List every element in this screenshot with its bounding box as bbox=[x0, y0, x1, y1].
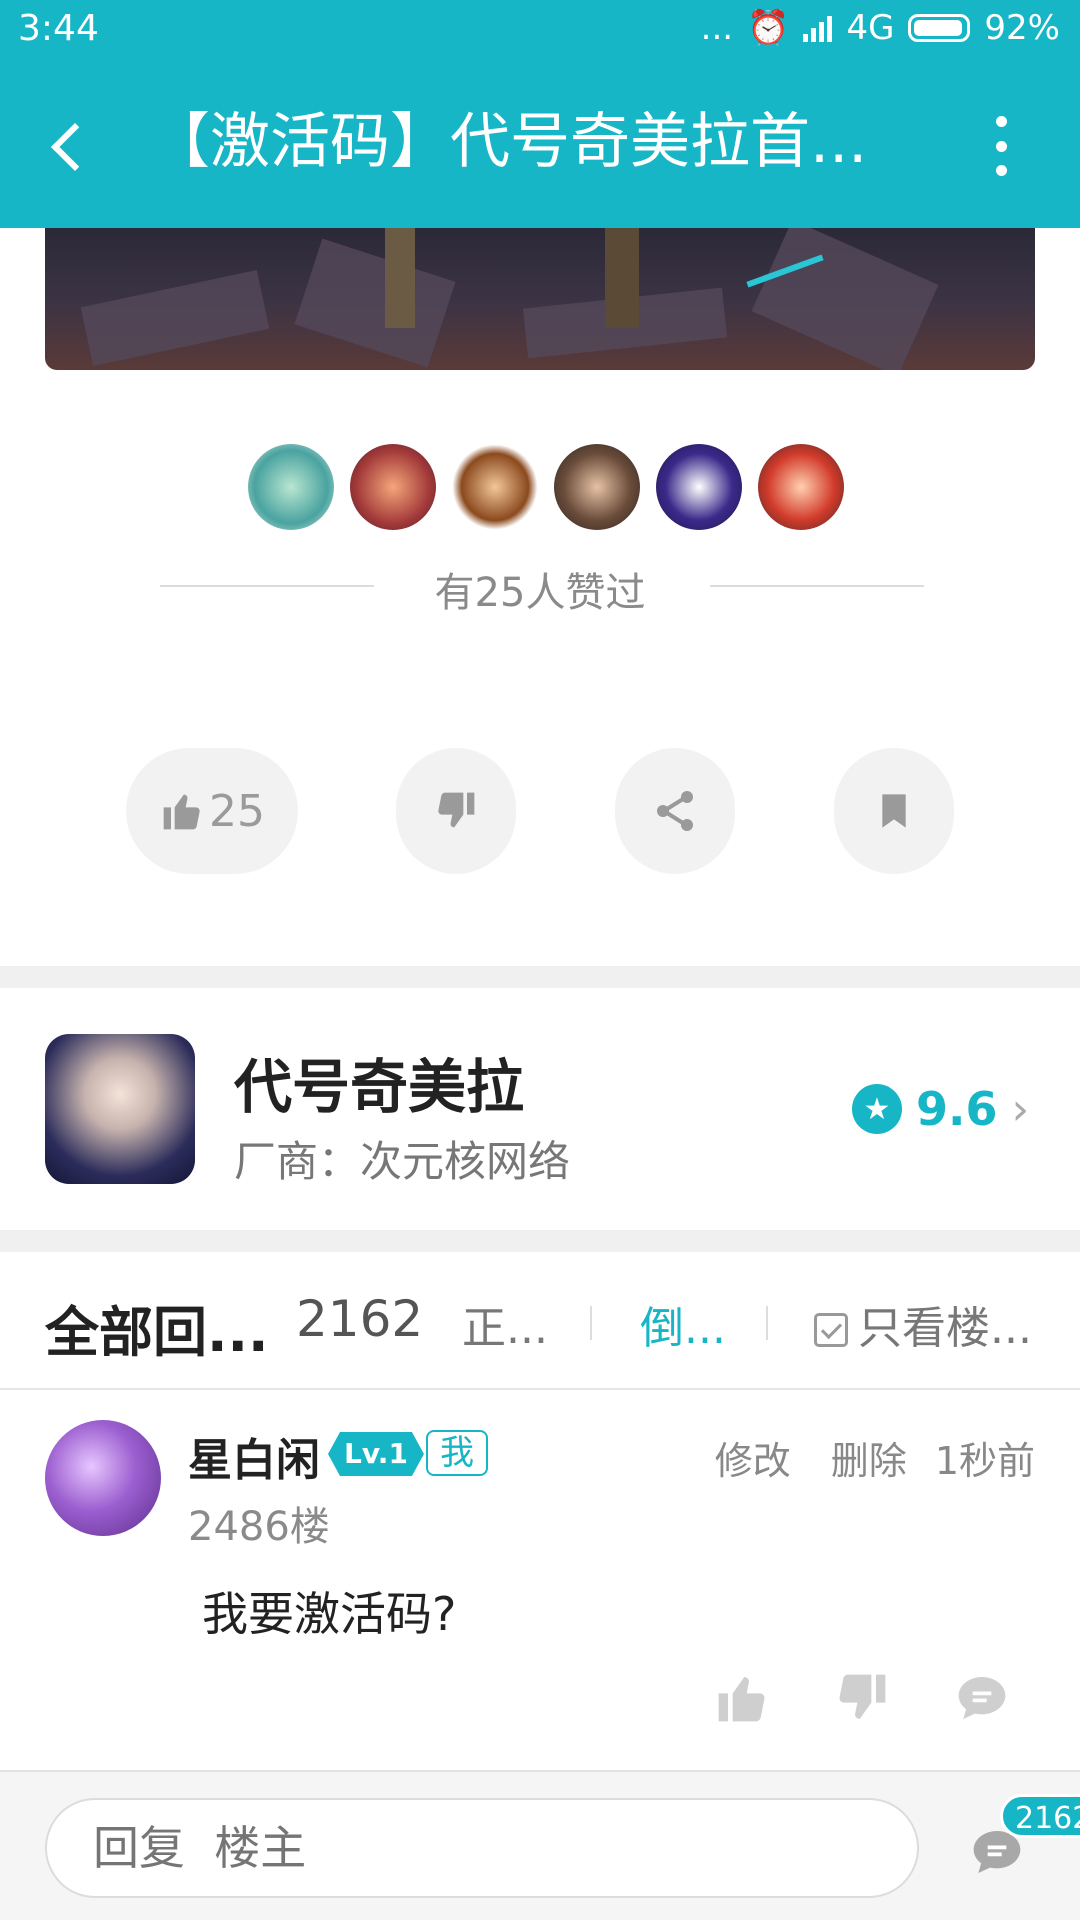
more-notifications-icon: ... bbox=[700, 8, 734, 48]
replies-title: 全部回... bbox=[45, 1301, 269, 1364]
avatar[interactable] bbox=[758, 444, 844, 530]
reply-count-badge: 2162 bbox=[1000, 1794, 1080, 1838]
avatar[interactable] bbox=[554, 444, 640, 530]
comment-dislike-icon[interactable] bbox=[832, 1670, 892, 1726]
delete-button[interactable]: 删除 bbox=[831, 1430, 907, 1485]
status-time: 3:44 bbox=[18, 8, 99, 49]
level-badge: Lv.1 bbox=[328, 1432, 424, 1476]
page-title: 【激活码】代号奇美拉首... bbox=[150, 107, 868, 177]
game-vendor: 厂商：次元核网络 bbox=[234, 1137, 571, 1186]
top-bar: 3:44 ... ⏰ 4G 92% 【激活码】代号奇美拉首... bbox=[0, 0, 1080, 228]
like-button-count: 25 bbox=[209, 785, 265, 837]
avatar[interactable] bbox=[248, 444, 334, 530]
only-op-label: 只看楼... bbox=[858, 1303, 1032, 1354]
checkbox-icon[interactable] bbox=[814, 1313, 848, 1347]
battery-icon bbox=[908, 14, 971, 42]
reply-input[interactable] bbox=[45, 1798, 919, 1898]
alarm-icon: ⏰ bbox=[747, 8, 790, 48]
edit-button[interactable]: 修改 bbox=[715, 1430, 791, 1485]
back-button[interactable] bbox=[40, 110, 100, 180]
status-bar: 3:44 ... ⏰ 4G 92% bbox=[0, 0, 1080, 60]
replies-count: 2162 bbox=[296, 1290, 424, 1348]
dislike-button[interactable] bbox=[396, 748, 516, 874]
thumbs-down-icon bbox=[438, 792, 475, 828]
bottom-bar bbox=[0, 1770, 1080, 1920]
more-options-button[interactable] bbox=[986, 116, 1016, 176]
game-rating[interactable]: ★ 9.6 › bbox=[852, 1082, 1029, 1136]
avatar[interactable] bbox=[452, 444, 538, 530]
game-icon[interactable] bbox=[45, 1034, 195, 1184]
divider bbox=[0, 1388, 1080, 1390]
liker-avatars[interactable] bbox=[248, 444, 844, 530]
divider bbox=[766, 1306, 768, 1340]
avatar[interactable] bbox=[350, 444, 436, 530]
me-badge: 我 bbox=[426, 1430, 488, 1476]
comment-time: 1秒前 bbox=[934, 1439, 1035, 1483]
network-type: 4G bbox=[846, 8, 895, 48]
avatar[interactable] bbox=[656, 444, 742, 530]
game-name: 代号奇美拉 bbox=[234, 1053, 525, 1121]
sort-descending-tab[interactable]: 倒... bbox=[640, 1292, 726, 1356]
comment-floor: 2486楼 bbox=[188, 1504, 330, 1550]
sort-ascending-tab[interactable]: 正... bbox=[462, 1292, 548, 1356]
only-op-filter[interactable]: 只看楼... bbox=[814, 1292, 1032, 1356]
avatar[interactable] bbox=[45, 1420, 161, 1536]
post-image[interactable] bbox=[45, 228, 1035, 370]
share-icon bbox=[657, 791, 693, 831]
divider bbox=[590, 1306, 592, 1340]
comment-like-icon[interactable] bbox=[712, 1670, 772, 1726]
like-count-text: 有25人赞过 bbox=[434, 570, 646, 616]
star-icon: ★ bbox=[852, 1084, 902, 1134]
thumbs-up-icon bbox=[163, 794, 200, 830]
comment-username[interactable]: 星白闲 bbox=[188, 1424, 320, 1488]
status-icons: ... ⏰ 4G 92% bbox=[701, 8, 1060, 48]
title-bar: 【激活码】代号奇美拉首... bbox=[0, 80, 1080, 210]
bookmark-icon bbox=[882, 794, 906, 828]
comment-operations: 修改 删除 1秒前 bbox=[715, 1430, 1035, 1485]
rating-value: 9.6 bbox=[916, 1082, 998, 1136]
section-separator bbox=[0, 966, 1080, 988]
battery-level: 92% bbox=[984, 8, 1060, 48]
signal-icon bbox=[803, 14, 833, 42]
chevron-right-icon: › bbox=[1011, 1083, 1030, 1135]
like-button[interactable]: 25 bbox=[126, 748, 298, 874]
comment-text: 我要激活码? bbox=[202, 1587, 457, 1641]
bookmark-button[interactable] bbox=[834, 748, 954, 874]
section-separator bbox=[0, 1230, 1080, 1252]
comment-reply-icon[interactable] bbox=[952, 1670, 1012, 1726]
share-button[interactable] bbox=[615, 748, 735, 874]
